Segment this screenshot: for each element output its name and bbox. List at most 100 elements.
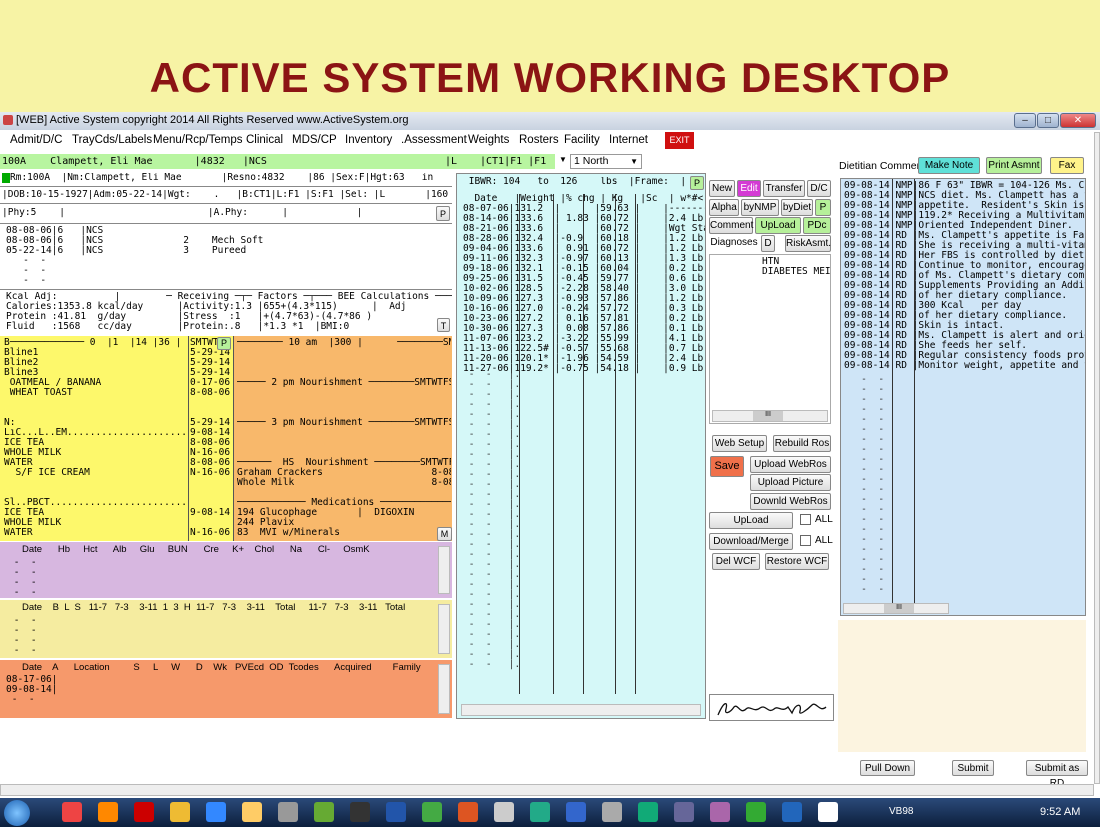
weights-p-button[interactable]: P (690, 176, 704, 190)
comments-h-scrollbar[interactable]: III (843, 603, 949, 614)
menu-menu-rcp-temps[interactable]: Menu/Rcp/Temps (153, 134, 242, 146)
print-asmnt-button[interactable]: Print Asmnt (986, 157, 1042, 174)
word2-icon[interactable] (782, 802, 802, 822)
start-icon[interactable] (4, 800, 30, 826)
menu-clinical[interactable]: Clinical (246, 134, 283, 146)
cmd-icon[interactable] (350, 802, 370, 822)
menu-admit-dc[interactable]: Admit/D/C (10, 134, 62, 146)
intake-headers: Date B L S 11-7 7-3 3-11 1 3 H 11-7 7-3 … (22, 602, 406, 613)
paint-icon[interactable] (170, 802, 190, 822)
menu-inventory[interactable]: Inventory (345, 134, 392, 146)
fax-button[interactable]: Fax (1050, 157, 1084, 174)
menu-internet[interactable]: Internet (609, 134, 648, 146)
window-v-scrollbar[interactable] (1094, 132, 1100, 784)
del-wcf-button[interactable]: Del WCF (712, 553, 760, 570)
nourishment-items: ──────── 10 am |300 | ────────SMTWTFS ──… (237, 338, 451, 538)
unit-select[interactable]: 1 North ▼ (570, 154, 642, 169)
submit-as-rd-button[interactable]: Submit as RD (1026, 760, 1088, 789)
diagnoses-button[interactable]: Diagnoses (709, 235, 759, 252)
skin-scrollbar[interactable] (438, 664, 450, 714)
explorer-icon[interactable] (242, 802, 262, 822)
bynmp-button[interactable]: byNMP (741, 199, 779, 216)
comments-scroll-thumb[interactable]: III (884, 604, 914, 613)
comments-lines: 09-08-14|NMP|86 F 63" IBWR = 104-126 Ms.… (844, 181, 1086, 371)
dc-button[interactable]: D/C (807, 180, 831, 197)
window-titlebar: [WEB] Active System copyright 2014 All R… (0, 112, 1100, 130)
notepad-icon[interactable] (602, 802, 622, 822)
pen-icon[interactable] (494, 802, 514, 822)
window-h-scrollbar[interactable] (0, 784, 1094, 796)
intake-scrollbar[interactable] (438, 604, 450, 654)
outlook-icon[interactable] (566, 802, 586, 822)
calc-t-button[interactable]: T (437, 318, 450, 332)
patient-location[interactable]: |CT1|F1 |F1 (480, 154, 555, 169)
signature-box (709, 694, 834, 721)
patient-admission: |DOB:10-15-1927|Adm:05-22-14|Wgt: . |B:C… (2, 190, 450, 200)
powerpoint-icon[interactable] (458, 802, 478, 822)
bydiet-button[interactable]: byDiet (781, 199, 813, 216)
diagnoses-scroll-thumb[interactable]: III (753, 411, 783, 421)
sql-icon[interactable] (530, 802, 550, 822)
menu-facility[interactable]: Facility (564, 134, 600, 146)
menu-weights[interactable]: Weights (468, 134, 509, 146)
downld-webros-button[interactable]: Downld WebRos (750, 493, 831, 510)
pull-down-button[interactable]: Pull Down (860, 760, 915, 776)
restore-wcf-button[interactable]: Restore WCF (765, 553, 829, 570)
diagnoses-scrollbar[interactable]: III (712, 410, 828, 422)
pdc-button[interactable]: PDc (803, 217, 831, 234)
excel-icon[interactable] (638, 802, 658, 822)
note-entry-area[interactable] (838, 620, 1086, 752)
firefox-icon[interactable] (98, 802, 118, 822)
alpha-button[interactable]: Alpha (709, 199, 739, 216)
comment-button[interactable]: Comment (709, 217, 753, 234)
menu-rosters[interactable]: Rosters (519, 134, 559, 146)
download-merge-button[interactable]: Download/Merge (709, 533, 793, 550)
menu-traycds-labels[interactable]: TrayCds/Labels (72, 134, 152, 146)
save-button[interactable]: Save (710, 456, 744, 477)
menu-assessment[interactable]: .Assessment (401, 134, 467, 146)
location-chevron-down-icon[interactable]: ▼ (557, 155, 569, 168)
labs-rows: - - - - - - - - (13, 558, 37, 598)
transfer-button[interactable]: Transfer (763, 180, 805, 197)
notepad2-icon[interactable] (818, 802, 838, 822)
risk-asmt-button[interactable]: RiskAsmt. (785, 235, 831, 252)
mail-icon[interactable] (710, 802, 730, 822)
meal-p-button[interactable]: P (217, 337, 231, 350)
patient-selector[interactable]: 100A Clampett, Eli Mae |4832 |NCS (0, 154, 445, 169)
exit-button[interactable]: EXIT (665, 132, 694, 149)
make-note-button[interactable]: Make Note (918, 157, 980, 174)
meds-m-button[interactable]: M (437, 527, 452, 541)
upload-webros-button[interactable]: Upload WebRos (750, 456, 831, 473)
physician-p-button[interactable]: P (436, 206, 450, 221)
diagnoses-d-button[interactable]: D (761, 235, 775, 252)
upload-all-checkbox[interactable] (800, 514, 811, 525)
rebuild-ros-button[interactable]: Rebuild Ros (773, 435, 831, 452)
close-icon[interactable]: ✕ (1060, 113, 1096, 128)
diagnoses-list[interactable]: HTN DIABETES MEI III (709, 254, 831, 424)
sort-p-button[interactable]: P (815, 199, 831, 216)
submit-button[interactable]: Submit (952, 760, 994, 776)
upload-picture-button[interactable]: Upload Picture (750, 474, 831, 491)
upload-top-button[interactable]: UpLoad (755, 217, 801, 234)
web-setup-button[interactable]: Web Setup (712, 435, 767, 452)
maximize-icon[interactable]: □ (1037, 113, 1059, 128)
chrome-icon[interactable] (62, 802, 82, 822)
edit-button[interactable]: Edit (737, 180, 761, 197)
tools-icon[interactable] (278, 802, 298, 822)
greasemonkey-icon[interactable] (314, 802, 334, 822)
new-button[interactable]: New (709, 180, 735, 197)
acrobat-icon[interactable] (134, 802, 154, 822)
vs-icon[interactable] (674, 802, 694, 822)
upload-button[interactable]: UpLoad (709, 512, 793, 529)
menu-mds-cp[interactable]: MDS/CP (292, 134, 337, 146)
minimize-icon[interactable]: – (1014, 113, 1036, 128)
download-all-checkbox[interactable] (800, 535, 811, 546)
ie-icon[interactable] (206, 802, 226, 822)
word-icon[interactable] (386, 802, 406, 822)
weights-h-scrollbar[interactable] (461, 704, 701, 716)
docs-icon[interactable] (746, 802, 766, 822)
patient-selector-mid[interactable]: |L (445, 154, 480, 169)
maps-icon[interactable] (422, 802, 442, 822)
labs-scrollbar[interactable] (438, 546, 450, 594)
taskbar: VB98 9:52 AM (0, 798, 1100, 827)
